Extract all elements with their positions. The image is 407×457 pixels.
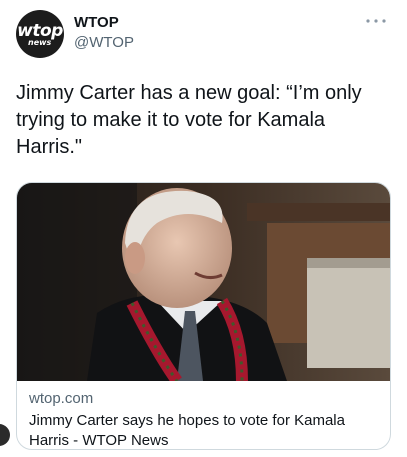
tweet-header: wtop news WTOP @WTOP xyxy=(16,10,134,58)
card-title[interactable]: Jimmy Carter says he hopes to vote for K… xyxy=(29,411,378,449)
card-domain[interactable]: wtop.com xyxy=(29,389,378,409)
link-card[interactable]: wtop.com Jimmy Carter says he hopes to v… xyxy=(16,182,391,450)
side-partial-icon xyxy=(0,424,10,446)
handle[interactable]: @WTOP xyxy=(74,33,134,53)
card-meta: wtop.com Jimmy Carter says he hopes to v… xyxy=(29,389,378,449)
tweet-text: Jimmy Carter has a new goal: “I’m only t… xyxy=(16,82,362,158)
avatar[interactable]: wtop news xyxy=(16,10,64,58)
avatar-logo-subtext: news xyxy=(28,38,52,47)
display-name[interactable]: WTOP xyxy=(74,13,134,33)
card-image xyxy=(17,183,390,381)
author-info: WTOP @WTOP xyxy=(74,13,134,53)
more-horizontal-icon[interactable] xyxy=(365,14,387,28)
